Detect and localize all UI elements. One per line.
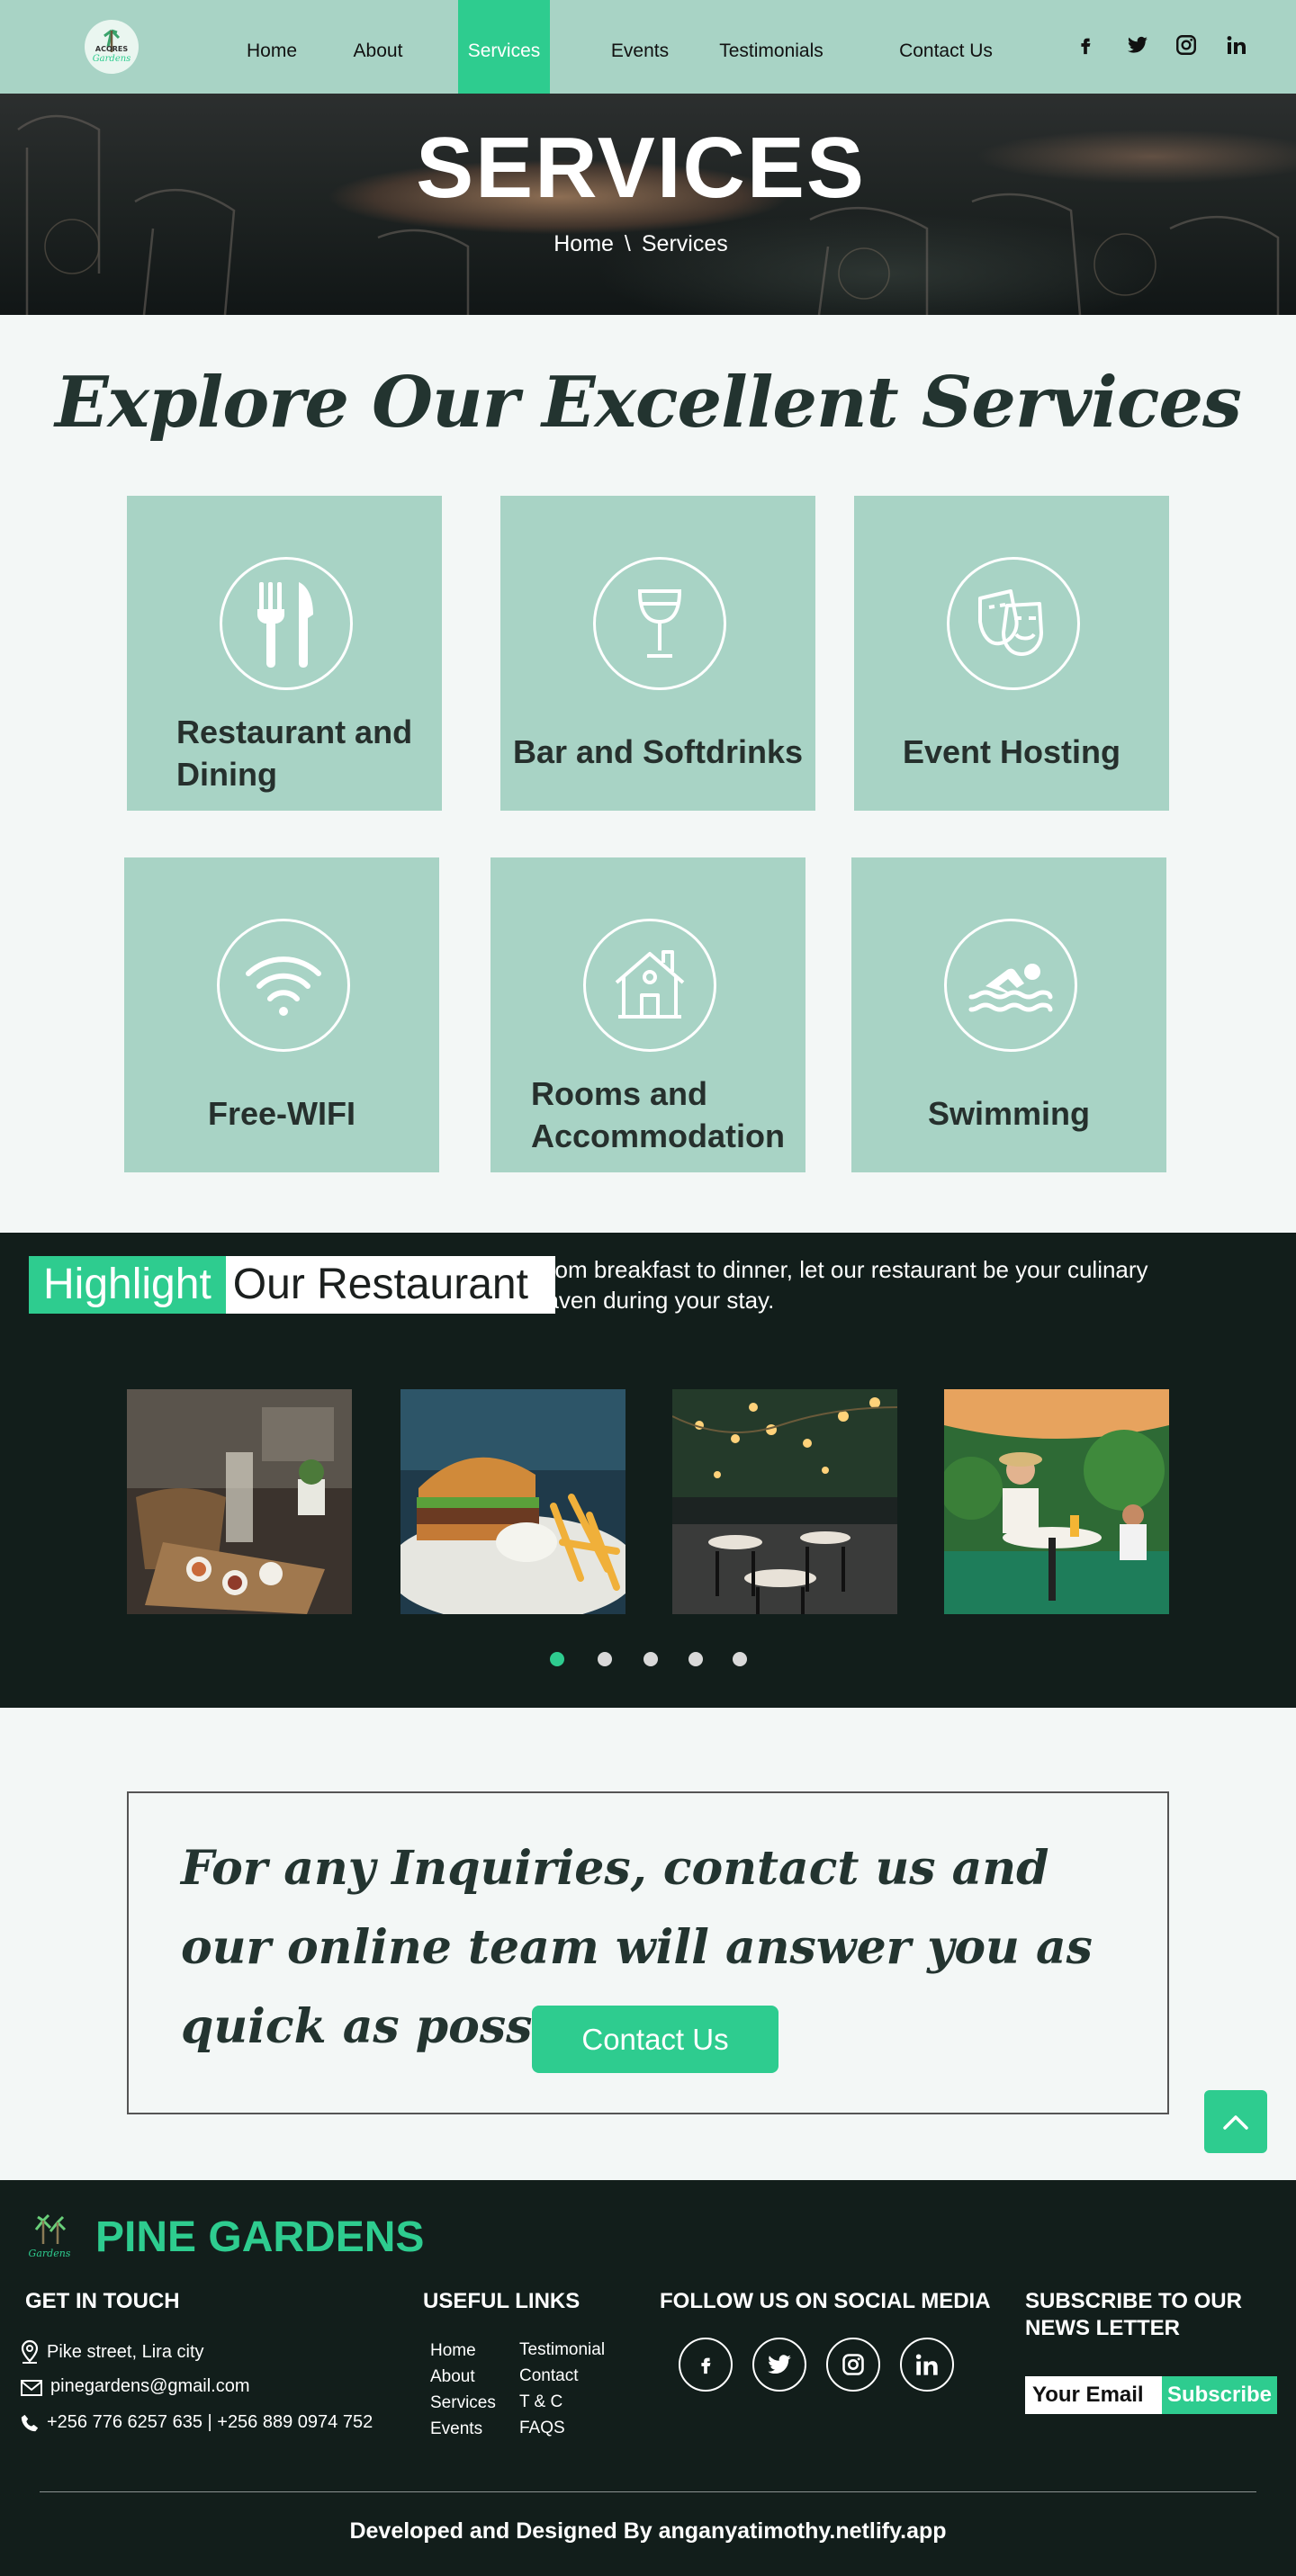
nav-services[interactable]: Services — [458, 0, 550, 94]
service-label: Restaurant and Dining — [176, 714, 413, 793]
services-heading: Explore Our Excellent Services — [55, 362, 1242, 444]
site-logo[interactable]: ACORES Gardens — [85, 20, 139, 74]
highlight-title: Highlight Our Restaurant — [29, 1256, 555, 1314]
linkedin-icon[interactable] — [900, 2338, 954, 2392]
phone-text: +256 776 6257 635 | +256 889 0974 752 — [47, 2412, 374, 2432]
burger-photo[interactable] — [400, 1389, 626, 1614]
useful-links-col2: Testimonial Contact T & C FAQS — [519, 2337, 605, 2441]
useful-links-heading: USEFUL LINKS — [423, 2289, 580, 2313]
service-card-events[interactable]: Event Hosting — [854, 496, 1169, 811]
email-row[interactable]: pinegardens@gmail.com — [20, 2376, 250, 2397]
nav-contact-us[interactable]: Contact Us — [891, 0, 1001, 94]
carousel-dot[interactable] — [598, 1652, 612, 1666]
house-icon — [583, 919, 716, 1052]
breadcrumb-current: Services — [641, 231, 728, 256]
wifi-icon — [217, 919, 350, 1052]
service-label: Swimming — [927, 1095, 1091, 1132]
facebook-icon[interactable] — [1071, 31, 1100, 59]
restaurant-highlight-section: Highlight Our Restaurant From breakfast … — [0, 1233, 1296, 1708]
service-card-swimming[interactable]: Swimming — [851, 857, 1166, 1172]
envelope-icon — [21, 2379, 42, 2396]
carousel-dot[interactable] — [550, 1652, 564, 1666]
footer-link-events[interactable]: Events — [430, 2416, 496, 2442]
fork-knife-icon — [220, 557, 353, 690]
footer-logo[interactable]: Gardens — [23, 2212, 76, 2264]
footer-link-terms[interactable]: T & C — [519, 2389, 605, 2415]
instagram-icon[interactable] — [1172, 31, 1201, 59]
service-label: Free-WIFI — [207, 1095, 356, 1132]
twitter-icon[interactable] — [1123, 31, 1152, 59]
service-card-rooms[interactable]: Rooms and Accommodation — [490, 857, 806, 1172]
phone-row: +256 776 6257 635 | +256 889 0974 752 — [20, 2412, 373, 2433]
footer-link-contact[interactable]: Contact — [519, 2363, 605, 2389]
highlight-title-white: Our Restaurant — [225, 1256, 555, 1314]
nav-about[interactable]: About — [340, 0, 416, 94]
email-text[interactable]: pinegardens@gmail.com — [50, 2376, 250, 2397]
subscribe-heading: SUBSCRIBE TO OUR NEWS LETTER — [1025, 2288, 1242, 2342]
instagram-icon[interactable] — [826, 2338, 880, 2392]
twitter-icon[interactable] — [752, 2338, 806, 2392]
footer-link-home[interactable]: Home — [430, 2338, 496, 2364]
swimmer-icon — [944, 919, 1077, 1052]
footer-credit: Developed and Designed By anganyatimothy… — [349, 2518, 947, 2544]
service-card-restaurant[interactable]: Restaurant and Dining — [127, 496, 442, 811]
address-text: Pike street, Lira city — [47, 2341, 204, 2362]
theater-masks-icon — [947, 557, 1080, 690]
breadcrumb-home[interactable]: Home — [554, 231, 614, 256]
footer-divider — [40, 2491, 1256, 2492]
hero-title: SERVICES — [416, 120, 866, 216]
location-pin-icon — [21, 2339, 39, 2364]
address-row: Pike street, Lira city — [20, 2339, 204, 2365]
footer-link-faqs[interactable]: FAQS — [519, 2415, 605, 2441]
footer-link-services[interactable]: Services — [430, 2390, 496, 2416]
useful-links-col1: Home About Services Events — [430, 2338, 496, 2442]
nav-events[interactable]: Events — [603, 0, 677, 94]
carousel-dot[interactable] — [733, 1652, 747, 1666]
logo-text-bottom: Gardens — [93, 54, 131, 64]
logo-text-top: ACORES — [95, 45, 128, 53]
carousel-dot[interactable] — [644, 1652, 658, 1666]
linkedin-icon[interactable] — [1222, 31, 1251, 59]
nav-testimonials[interactable]: Testimonials — [711, 0, 832, 94]
platter-photo[interactable] — [127, 1389, 352, 1614]
phone-icon — [21, 2414, 39, 2431]
breadcrumb-separator: \ — [624, 231, 631, 256]
facebook-icon[interactable] — [679, 2338, 733, 2392]
service-label: Event Hosting — [902, 733, 1120, 770]
breadcrumb: Home \ Services — [0, 231, 1282, 257]
get-in-touch-heading: GET IN TOUCH — [25, 2289, 180, 2313]
footer-brand: PINE GARDENS — [95, 2213, 425, 2261]
subscribe-heading-line2: NEWS LETTER — [1025, 2316, 1180, 2340]
social-heading: FOLLOW US ON SOCIAL MEDIA — [660, 2289, 991, 2313]
footer-logo-text: Gardens — [29, 2248, 71, 2259]
site-footer: Gardens PINE GARDENS GET IN TOUCH Pike s… — [0, 2180, 1296, 2576]
subscribe-email-input[interactable]: Your Email — [1025, 2376, 1162, 2414]
nav-home[interactable]: Home — [236, 0, 308, 94]
subscribe-button[interactable]: Subscribe — [1162, 2376, 1277, 2414]
terrace-photo[interactable] — [672, 1389, 897, 1614]
chevron-up-icon — [1223, 2115, 1248, 2130]
footer-link-testimonial[interactable]: Testimonial — [519, 2337, 605, 2363]
subscribe-heading-line1: SUBSCRIBE TO OUR — [1025, 2289, 1242, 2313]
services-hero-banner: SERVICES Home \ Services — [0, 94, 1296, 315]
top-navbar: ACORES Gardens Home About Services Event… — [0, 0, 1296, 94]
footer-link-about[interactable]: About — [430, 2364, 496, 2390]
service-card-bar[interactable]: Bar and Softdrinks — [500, 496, 815, 811]
service-label: Rooms and Accommodation — [531, 1075, 786, 1154]
service-label: Bar and Softdrinks — [512, 733, 804, 770]
wine-glass-icon — [593, 557, 726, 690]
scroll-to-top-button[interactable] — [1204, 2090, 1267, 2153]
inquiry-box: For any Inquiries, contact us and our on… — [127, 1791, 1169, 2114]
contact-us-button[interactable]: Contact Us — [532, 2006, 778, 2073]
garden-dining-photo[interactable] — [944, 1389, 1169, 1614]
service-card-wifi[interactable]: Free-WIFI — [124, 857, 439, 1172]
highlight-description: From breakfast to dinner, let our restau… — [533, 1256, 1148, 1314]
carousel-dot[interactable] — [688, 1652, 703, 1666]
highlight-title-green: Highlight — [29, 1256, 226, 1314]
